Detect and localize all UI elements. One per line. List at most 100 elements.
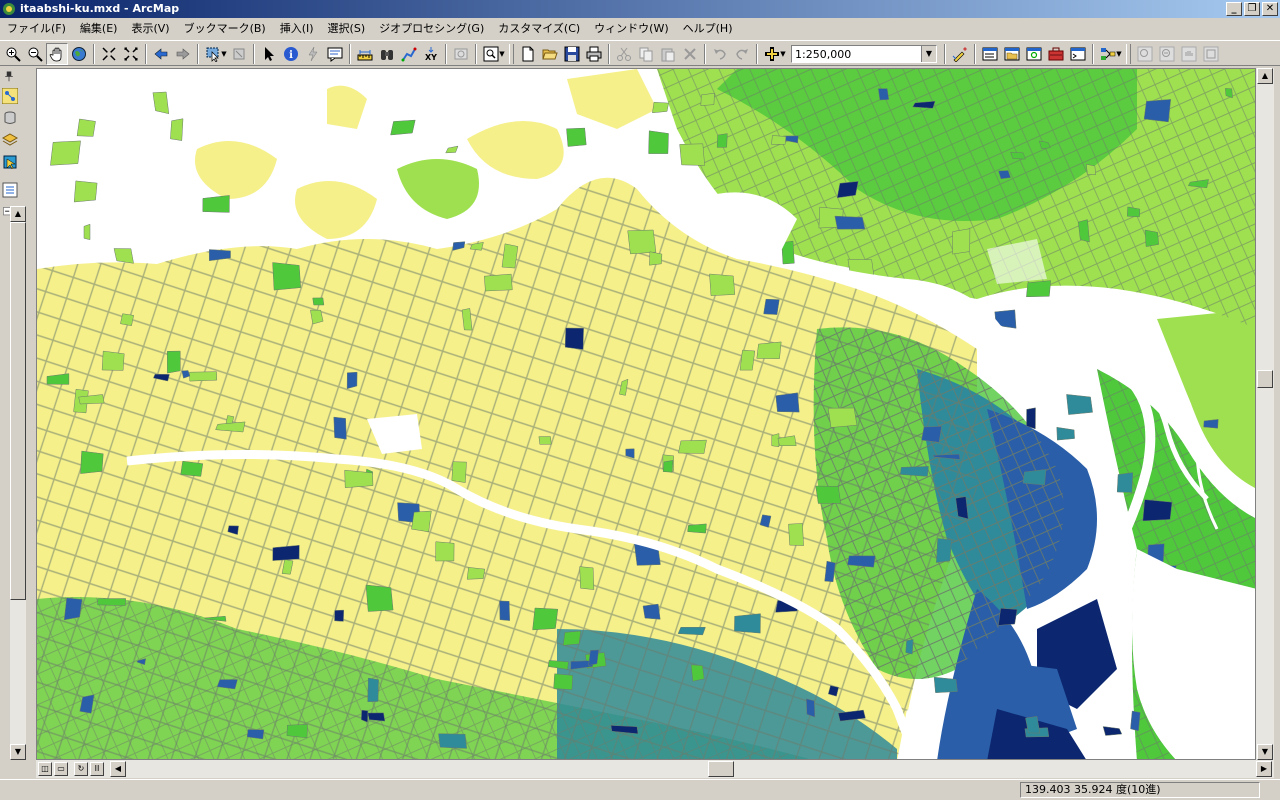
toc-scroll-thumb[interactable]: [10, 222, 26, 600]
close-button[interactable]: ✕: [1262, 2, 1278, 16]
arctoolbox-icon[interactable]: [1045, 43, 1067, 65]
layout-pan-icon[interactable]: [1178, 43, 1200, 65]
map-scale-combobox[interactable]: 1:250,000 ▼: [791, 45, 937, 63]
catalog-window-icon[interactable]: [1001, 43, 1023, 65]
time-slider-icon[interactable]: [450, 43, 472, 65]
map-horizontal-scrollbar[interactable]: ◀ ▶: [36, 760, 1274, 778]
district-block: [272, 262, 301, 291]
menu-edit[interactable]: 編集(E): [73, 18, 125, 40]
menu-view[interactable]: 表示(V): [124, 18, 176, 40]
undo-icon[interactable]: [709, 43, 731, 65]
identify-icon[interactable]: i: [280, 43, 302, 65]
toc-scroll-down-icon[interactable]: ▼: [10, 744, 26, 760]
map-vertical-thumb[interactable]: [1257, 370, 1273, 388]
fixed-zoom-out-icon[interactable]: [120, 43, 142, 65]
list-by-visibility-icon[interactable]: [0, 130, 20, 150]
map-scroll-up-icon[interactable]: ▲: [1257, 68, 1273, 84]
select-elements-icon[interactable]: [258, 43, 280, 65]
zoom-out-icon[interactable]: [24, 43, 46, 65]
district-block: [1144, 229, 1159, 247]
redo-icon[interactable]: [731, 43, 753, 65]
menu-windows[interactable]: ウィンドウ(W): [587, 18, 675, 40]
copy-icon[interactable]: [635, 43, 657, 65]
list-by-drawing-order-icon[interactable]: [0, 86, 20, 106]
district-block: [564, 327, 584, 350]
html-popup-icon[interactable]: [324, 43, 346, 65]
map-scroll-down-icon[interactable]: ▼: [1257, 744, 1273, 760]
map-scroll-left-icon[interactable]: ◀: [110, 761, 126, 777]
delete-icon[interactable]: [679, 43, 701, 65]
layout-zoom-in-icon[interactable]: [1134, 43, 1156, 65]
restore-button[interactable]: ❐: [1244, 2, 1260, 16]
save-icon[interactable]: [561, 43, 583, 65]
district-block: [1078, 219, 1090, 243]
layout-zoom-out-icon[interactable]: [1156, 43, 1178, 65]
district-block: [501, 243, 519, 269]
layout-full-page-icon[interactable]: [1200, 43, 1222, 65]
scale-dropdown-icon[interactable]: ▼: [921, 46, 936, 62]
python-window-icon[interactable]: [1067, 43, 1089, 65]
open-folder-icon[interactable]: [539, 43, 561, 65]
map-horizontal-thumb[interactable]: [708, 761, 734, 777]
map-display[interactable]: [36, 68, 1256, 760]
hyperlink-icon[interactable]: [302, 43, 324, 65]
district-block: [435, 541, 455, 562]
minimize-button[interactable]: _: [1226, 2, 1242, 16]
district-block: [1066, 394, 1093, 415]
district-block: [1010, 151, 1026, 160]
list-by-selection-icon[interactable]: [0, 152, 20, 172]
map-vertical-scrollbar[interactable]: ▲ ▼: [1256, 68, 1274, 760]
find-binoculars-icon[interactable]: [376, 43, 398, 65]
district-block: [709, 273, 736, 296]
refresh-icon[interactable]: ↻: [74, 762, 88, 776]
menu-selection[interactable]: 選択(S): [321, 18, 373, 40]
pause-drawing-icon[interactable]: II: [90, 762, 104, 776]
toc-options-icon[interactable]: [0, 180, 20, 200]
model-builder-icon[interactable]: [1097, 43, 1119, 65]
clear-selection-icon[interactable]: [228, 43, 250, 65]
table-of-contents-icon[interactable]: [979, 43, 1001, 65]
menu-insert[interactable]: 挿入(I): [273, 18, 321, 40]
find-route-icon[interactable]: [398, 43, 420, 65]
menu-help[interactable]: ヘルプ(H): [676, 18, 740, 40]
cut-icon[interactable]: [613, 43, 635, 65]
add-data-icon[interactable]: [761, 43, 783, 65]
data-view-icon[interactable]: ◫: [38, 762, 52, 776]
choropleth-map[interactable]: [37, 69, 1256, 760]
forward-arrow-icon[interactable]: [172, 43, 194, 65]
district-block: [1102, 726, 1123, 736]
layout-view-icon[interactable]: ▭: [54, 762, 68, 776]
back-arrow-icon[interactable]: [150, 43, 172, 65]
menu-geoprocessing[interactable]: ジオプロセシング(G): [372, 18, 491, 40]
district-block: [1086, 163, 1097, 175]
pan-hand-icon[interactable]: [46, 43, 68, 65]
district-block: [1142, 499, 1173, 522]
full-extent-globe-icon[interactable]: [68, 43, 90, 65]
district-block: [333, 416, 347, 440]
print-icon[interactable]: [583, 43, 605, 65]
map-scroll-right-icon[interactable]: ▶: [1256, 761, 1272, 777]
new-document-icon[interactable]: [517, 43, 539, 65]
dock-pin-icon[interactable]: [2, 70, 16, 82]
go-to-xy-icon[interactable]: XY: [420, 43, 442, 65]
district-block: [438, 733, 467, 749]
fixed-zoom-in-icon[interactable]: [98, 43, 120, 65]
menu-file[interactable]: ファイル(F): [0, 18, 73, 40]
district-block: [365, 584, 394, 612]
editor-toolbar-icon[interactable]: [949, 43, 971, 65]
magnifier-window-icon[interactable]: [480, 43, 502, 65]
district-block: [120, 313, 134, 326]
toc-scroll-up-icon[interactable]: ▲: [10, 206, 26, 222]
paste-icon[interactable]: [657, 43, 679, 65]
menu-bookmarks[interactable]: ブックマーク(B): [177, 18, 273, 40]
district-block: [662, 460, 674, 473]
district-block: [815, 485, 842, 504]
search-window-icon[interactable]: [1023, 43, 1045, 65]
district-block: [538, 436, 552, 445]
list-by-source-icon[interactable]: [0, 108, 20, 128]
toc-vertical-scrollbar[interactable]: ▲ ▼: [10, 206, 26, 760]
menu-customize[interactable]: カスタマイズ(C): [491, 18, 587, 40]
zoom-in-icon[interactable]: [2, 43, 24, 65]
measure-icon[interactable]: [354, 43, 376, 65]
select-features-icon[interactable]: [202, 43, 224, 65]
